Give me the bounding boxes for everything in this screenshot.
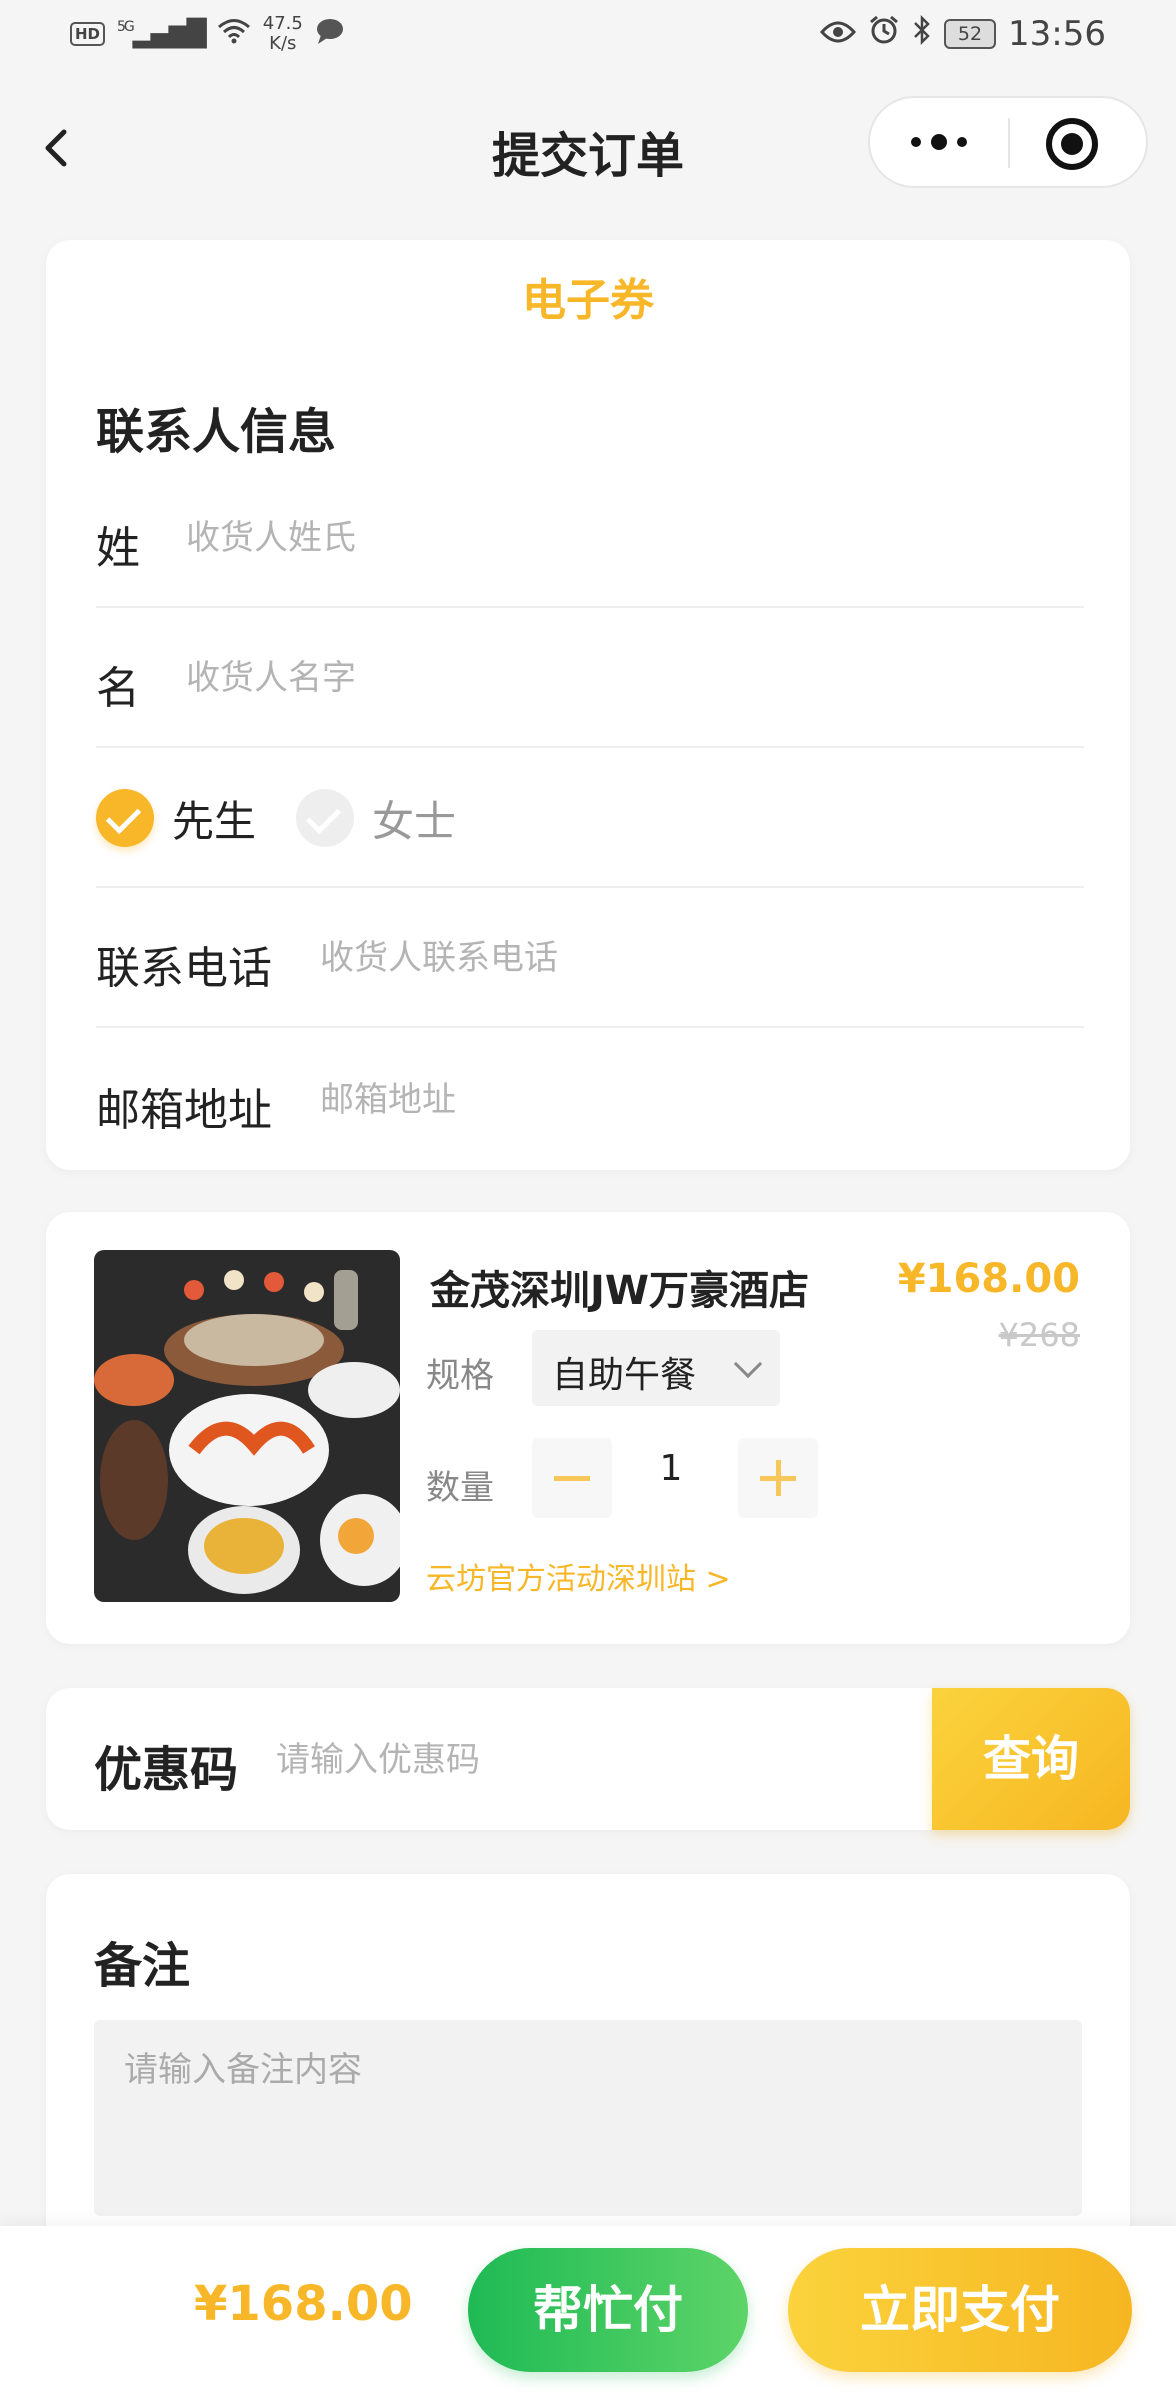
spec-value: 自助午餐 (552, 1355, 697, 1396)
bluetooth-icon (912, 14, 932, 54)
coupon-label: 优惠码 (94, 1742, 239, 1798)
check-icon (96, 789, 154, 847)
speed-unit: K/s (269, 33, 297, 54)
eye-icon (820, 17, 857, 52)
original-price: ¥268 (998, 1316, 1080, 1354)
status-bar: HD 5G▂▄▆█ 47.5 K/s 52 13:56 (0, 0, 1176, 72)
close-mini-program-icon[interactable] (1046, 118, 1098, 170)
product-card: 金茂深圳JW万豪酒店 ¥168.00 ¥268 规格 自助午餐 数量 1 云坊官… (46, 1212, 1130, 1644)
help-pay-button[interactable]: 帮忙付 (468, 2248, 748, 2372)
more-icon[interactable] (870, 98, 1008, 186)
signal-icon: 5G▂▄▆█ (117, 19, 207, 49)
first-name-label: 名 (96, 663, 140, 714)
battery-indicator: 52 (944, 19, 997, 49)
gender-option-ms[interactable]: 女士 (296, 788, 456, 848)
product-price: ¥168.00 (897, 1256, 1080, 1302)
wifi-icon (217, 18, 251, 51)
status-right: 52 13:56 (820, 14, 1106, 54)
first-name-row: 名 (96, 608, 1084, 748)
remark-title: 备注 (94, 1938, 191, 1994)
coupon-input[interactable] (276, 1728, 896, 1792)
quantity-value: 1 (659, 1448, 683, 1489)
phone-input[interactable] (320, 928, 1100, 988)
spec-select[interactable]: 自助午餐 (532, 1330, 780, 1406)
shop-link[interactable]: 云坊官方活动深圳站 > (426, 1554, 731, 1598)
email-input[interactable] (320, 1070, 1100, 1130)
pay-now-button[interactable]: 立即支付 (788, 2248, 1132, 2372)
chevron-down-icon (733, 1349, 763, 1379)
gender-option-mr[interactable]: 先生 (96, 788, 256, 848)
gender-option-label: 先生 (172, 796, 257, 846)
phone-label: 联系电话 (96, 943, 272, 994)
voucher-tag: 电子券 (522, 275, 654, 326)
alarm-icon (868, 14, 900, 54)
email-label: 邮箱地址 (96, 1085, 272, 1136)
remark-textarea[interactable] (94, 2020, 1082, 2216)
speed-value: 47.5 (262, 13, 303, 34)
contact-card: 电子券 联系人信息 姓 名 先生 女士 联系电话 邮箱地址 (46, 240, 1130, 1170)
plus-icon[interactable] (738, 1438, 818, 1518)
check-icon (296, 789, 354, 847)
product-image (94, 1250, 400, 1602)
capsule-divider (1008, 118, 1010, 168)
quantity-label: 数量 (426, 1468, 494, 1508)
gender-option-label: 女士 (372, 796, 457, 846)
last-name-label: 姓 (96, 523, 140, 574)
coupon-card: 优惠码 查询 (46, 1688, 1130, 1830)
network-speed: 47.5 K/s (263, 14, 303, 54)
message-icon (315, 17, 345, 51)
network-label: 5G (117, 19, 135, 35)
phone-row: 联系电话 (96, 888, 1100, 1028)
product-title: 金茂深圳JW万豪酒店 (430, 1268, 810, 1314)
last-name-input[interactable] (186, 508, 966, 568)
spec-label: 规格 (426, 1356, 494, 1396)
total-price: ¥168.00 (194, 2276, 413, 2332)
hd-badge: HD (70, 22, 106, 46)
email-row: 邮箱地址 (96, 1030, 1100, 1170)
section-title: 联系人信息 (96, 404, 337, 460)
mini-program-capsule (868, 96, 1148, 188)
bottom-bar: ¥168.00 帮忙付 立即支付 (0, 2226, 1176, 2400)
first-name-input[interactable] (186, 648, 966, 708)
minus-icon[interactable] (532, 1438, 612, 1518)
coupon-query-button[interactable]: 查询 (932, 1688, 1130, 1830)
last-name-row: 姓 (96, 468, 1084, 608)
status-left: HD 5G▂▄▆█ 47.5 K/s (70, 14, 345, 54)
clock: 13:56 (1008, 14, 1106, 54)
gender-row: 先生 女士 (96, 748, 1084, 888)
